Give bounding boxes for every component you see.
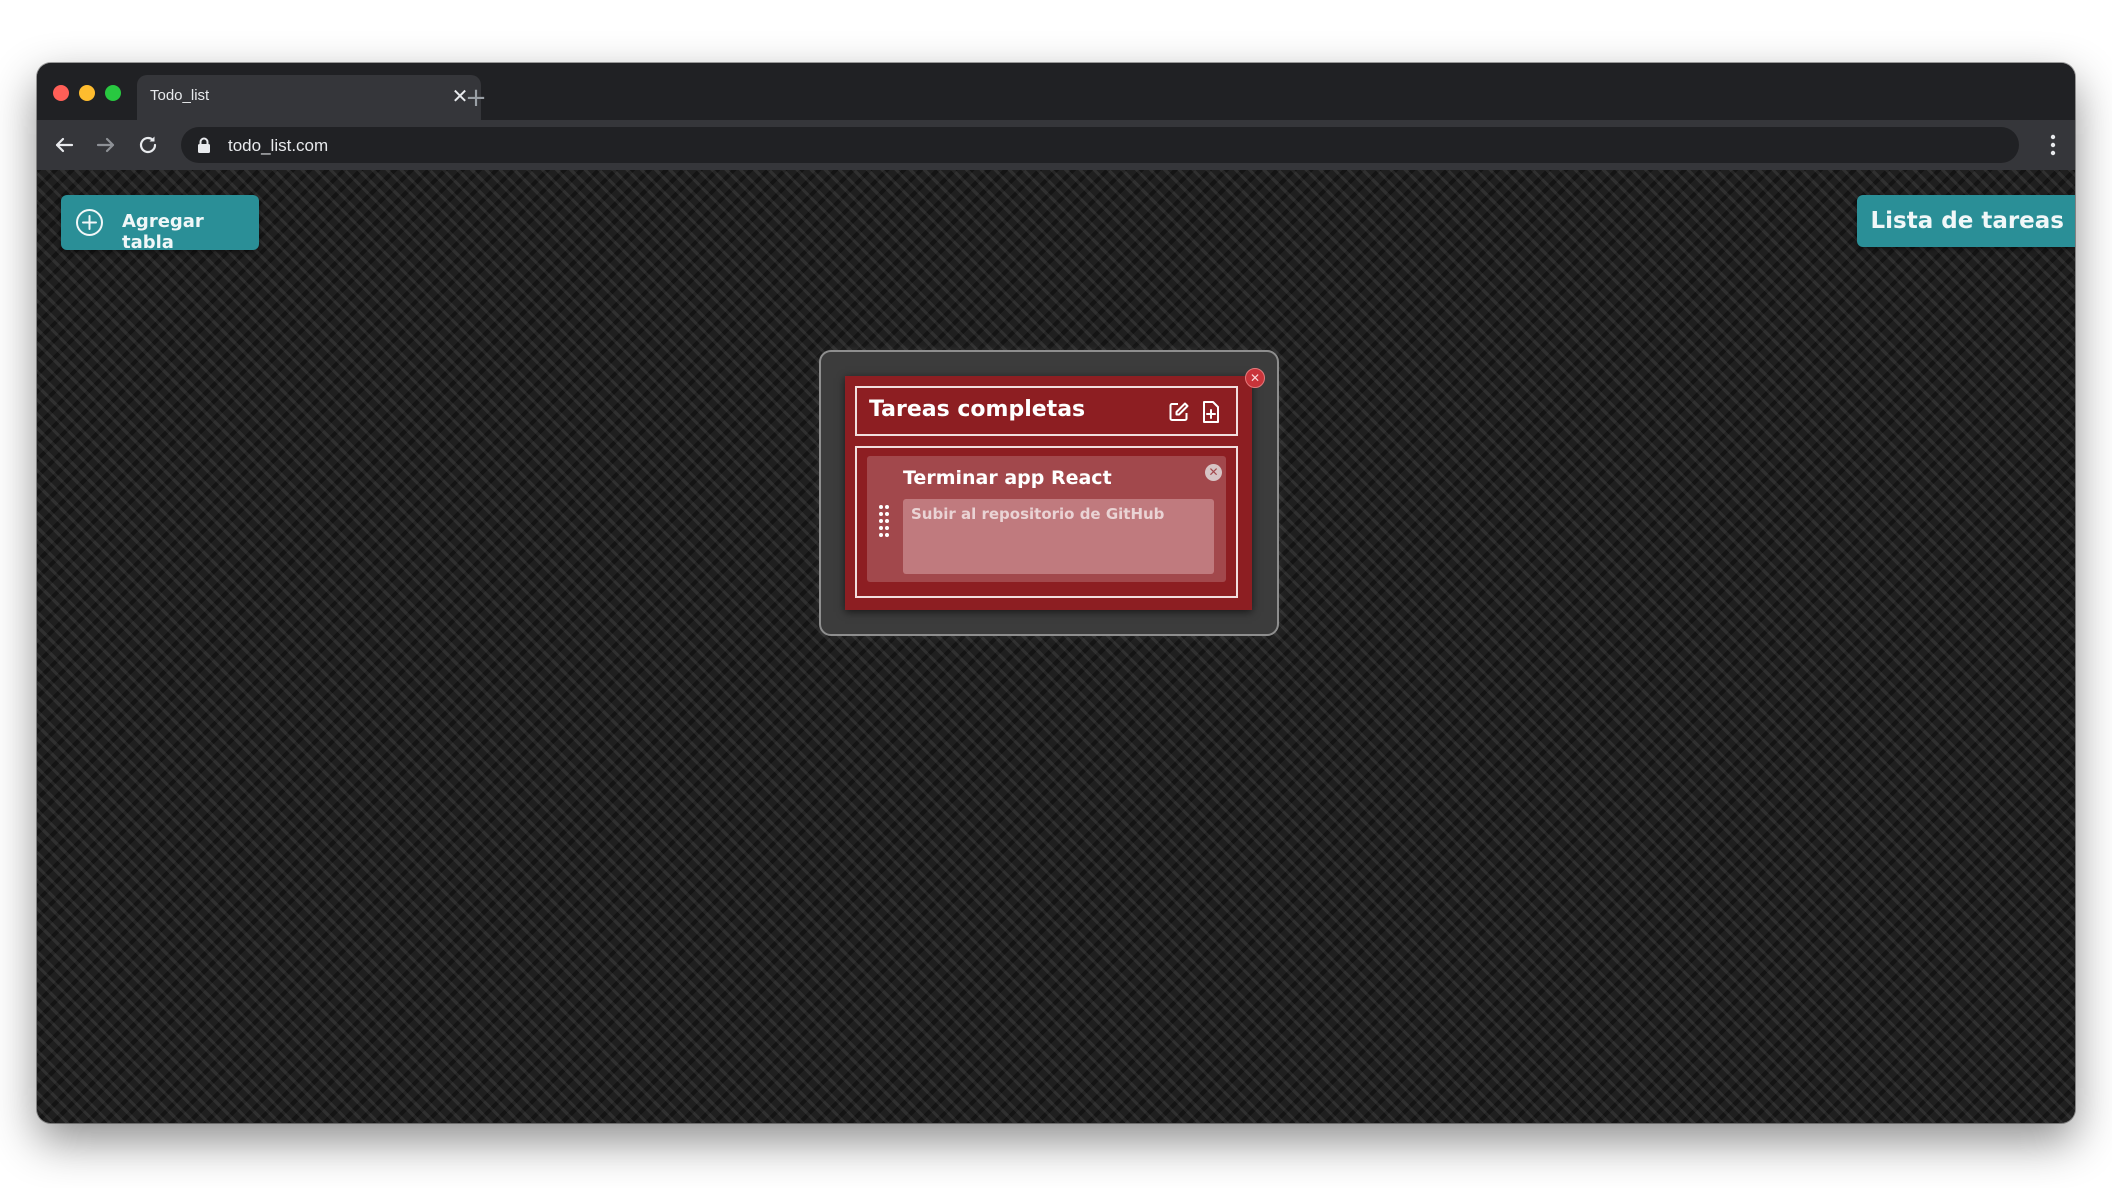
add-file-icon[interactable] <box>1200 400 1222 424</box>
task-card[interactable]: Terminar app React ✕ Subir al repositori… <box>867 456 1226 582</box>
browser-toolbar: todo_list.com <box>37 120 2075 170</box>
address-bar[interactable]: todo_list.com <box>181 127 2019 163</box>
add-table-label: Agregar tabla <box>122 211 204 253</box>
edit-icon[interactable] <box>1168 401 1190 423</box>
task-title[interactable]: Terminar app React <box>903 467 1112 489</box>
maximize-window-button[interactable] <box>105 85 121 101</box>
more-vert-icon[interactable] <box>2049 133 2057 157</box>
reload-icon[interactable] <box>135 132 161 158</box>
add-table-button[interactable]: Agregar tabla <box>61 195 259 253</box>
close-window-button[interactable] <box>53 85 69 101</box>
url-text: todo_list.com <box>228 136 329 155</box>
forward-arrow-icon[interactable] <box>93 132 119 158</box>
browser-window: Todo_list ✕ + todo_list.com Agregar tabl… <box>37 63 2075 1123</box>
browser-tab[interactable]: Todo_list ✕ <box>137 75 481 120</box>
task-description[interactable]: Subir al repositorio de GitHub <box>903 499 1214 574</box>
board-container: Tareas completas Terminar app React ✕ Su… <box>819 350 1279 636</box>
minimize-window-button[interactable] <box>79 85 95 101</box>
new-tab-button[interactable]: + <box>461 83 491 113</box>
drag-handle-icon[interactable] <box>877 504 891 538</box>
delete-board-icon[interactable]: ✕ <box>1245 368 1265 388</box>
page-title: Lista de tareas <box>1856 195 2075 247</box>
board-title: Tareas completas <box>869 397 1086 422</box>
tab-strip: Todo_list ✕ + <box>37 63 2075 120</box>
board-header: Tareas completas <box>855 386 1238 436</box>
lock-icon <box>197 137 211 153</box>
task-board[interactable]: Tareas completas Terminar app React ✕ Su… <box>845 376 1252 610</box>
back-arrow-icon[interactable] <box>51 132 77 158</box>
plus-circle-icon <box>75 208 104 237</box>
remove-task-icon[interactable]: ✕ <box>1205 464 1222 481</box>
board-task-list: Terminar app React ✕ Subir al repositori… <box>855 446 1238 598</box>
app-canvas: Agregar tabla Lista de tareas Tareas com… <box>37 170 2075 1123</box>
tab-title: Todo_list <box>150 87 210 104</box>
